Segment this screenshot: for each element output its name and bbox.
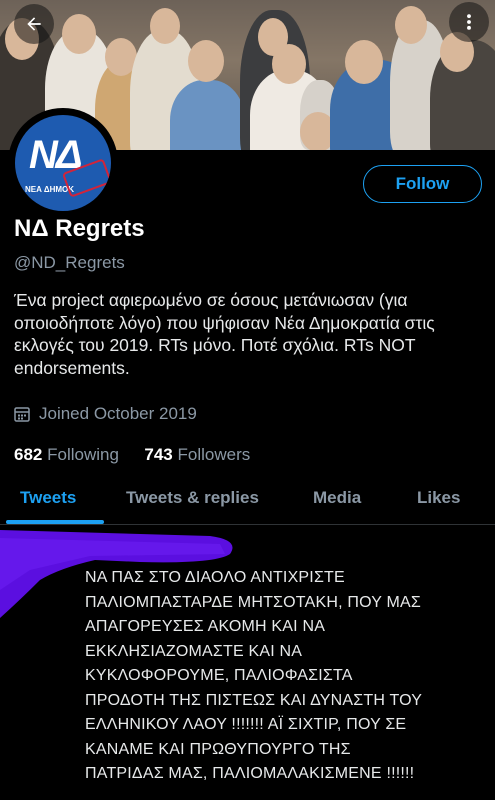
following-label: Following xyxy=(47,445,119,464)
active-tab-indicator xyxy=(6,520,104,524)
tweet-text: ΝΑ ΠΑΣ ΣΤΟ ΔΙΑΟΛΟ ΑΝΤΙΧΡΙΣΤΕ ΠΑΛΙΟΜΠΑΣΤΑ… xyxy=(85,569,423,782)
joined-date: Joined October 2019 xyxy=(14,404,197,424)
profile-name: ΝΔ Regrets xyxy=(14,215,145,242)
arrow-left-icon xyxy=(27,17,41,31)
profile-avatar[interactable]: ΝΔ ΝΕΑ ΔΗΜΟΚ xyxy=(8,108,118,218)
more-options-button[interactable] xyxy=(449,2,489,42)
joined-text: Joined October 2019 xyxy=(39,404,197,423)
following-link[interactable]: 682 Following xyxy=(14,445,119,464)
back-button[interactable] xyxy=(14,4,54,44)
more-vertical-icon xyxy=(467,14,471,30)
followers-label: Followers xyxy=(177,445,251,464)
tab-media[interactable]: Media xyxy=(313,488,361,508)
followers-link[interactable]: 743 Followers xyxy=(144,445,250,464)
profile-tabs: Tweets Tweets & replies Media Likes xyxy=(0,478,495,525)
tab-tweets-replies[interactable]: Tweets & replies xyxy=(126,488,259,508)
tab-tweets[interactable]: Tweets xyxy=(20,488,76,508)
calendar-icon xyxy=(14,407,30,422)
followers-count: 743 xyxy=(144,445,173,464)
party-logo-image: ΝΔ ΝΕΑ ΔΗΜΟΚ xyxy=(15,115,111,211)
profile-bio: Ένα project αφιερωμένο σε όσους μετάνιωσ… xyxy=(14,290,435,378)
follow-stats: 682 Following 743 Followers xyxy=(14,445,250,465)
follow-button[interactable]: Follow xyxy=(363,165,482,203)
profile-handle: @ND_Regrets xyxy=(14,253,125,272)
tab-likes[interactable]: Likes xyxy=(417,488,460,508)
following-count: 682 xyxy=(14,445,43,464)
